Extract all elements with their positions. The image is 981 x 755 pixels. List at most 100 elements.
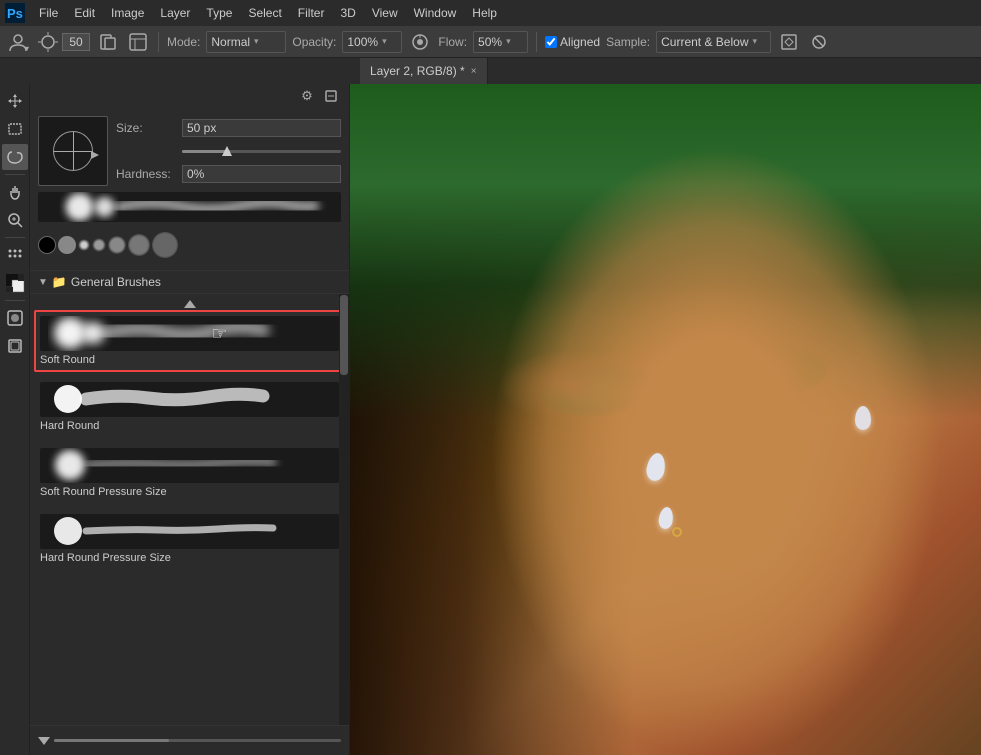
swatch-lg-soft[interactable] [108,236,126,254]
size-param-row: Size: 50 px [116,119,341,137]
scroll-up-arrow[interactable] [184,300,196,308]
swatch-xl-soft[interactable] [128,234,150,256]
size-value: 50 px [187,121,216,135]
tool-divider-2 [5,237,25,238]
menu-edit[interactable]: Edit [67,4,102,22]
hardness-param-label: Hardness: [116,167,176,181]
brush-size-value[interactable]: 50 [62,33,90,51]
brush-stroke-preview-bar [38,192,341,222]
opacity-dropdown[interactable]: 100% ▾ [342,31,402,53]
zoom-tool[interactable] [2,207,28,233]
brush-params: Size: 50 px [116,119,341,183]
soft-pressure-stroke-preview [40,448,339,483]
brush-preview-area: Size: 50 px [38,116,341,186]
brush-panel-expand-icon[interactable] [321,86,341,106]
document-tab[interactable]: Layer 2, RGB/8) * × [360,58,488,84]
brush-panel-params: Size: 50 px [30,108,349,271]
sample-dropdown[interactable]: Current & Below ▾ [656,31,771,53]
swatch-black-square[interactable] [38,236,56,254]
divider-2 [536,32,537,52]
tab-bar: Layer 2, RGB/8) * × [0,58,981,84]
menu-filter[interactable]: Filter [291,4,332,22]
mode-label: Mode: [167,35,200,49]
size-input[interactable]: 50 px [182,119,341,137]
ps-logo: Ps [4,2,26,24]
tool-divider-3 [5,300,25,301]
mode-value: Normal [211,35,250,49]
brush-settings-gear-icon[interactable]: ⚙ [297,86,317,106]
menu-view[interactable]: View [365,4,405,22]
brush-stroke-svg [38,192,341,222]
brush-size-icon [36,30,60,54]
foreground-color[interactable] [2,270,28,296]
aligned-checkbox-container: Aligned [545,35,600,49]
brush-inner-circle [53,131,93,171]
brush-item-soft-round[interactable]: ☞ Soft Round [34,310,345,372]
swatch-sm-soft[interactable] [78,239,90,251]
flow-label: Flow: [438,35,467,49]
hard-round-stroke-preview [40,382,339,417]
aligned-checkbox[interactable] [545,36,557,48]
main-layout: ⚙ Size: [0,84,981,755]
menu-type[interactable]: Type [199,4,239,22]
teardrop-3 [855,406,871,430]
flow-value: 50% [478,35,502,49]
preview-arrow [91,151,99,159]
menu-image[interactable]: Image [104,4,151,22]
airbrush-icon[interactable] [408,30,432,54]
folder-icon: 📁 [52,275,67,289]
user-icon-btn[interactable]: ▾ [6,30,30,54]
swatch-md-soft[interactable] [92,238,106,252]
mode-arrow-icon: ▾ [254,36,259,47]
size-slider[interactable] [182,145,341,157]
toolbar: ▾ 50 Mode: Normal ▾ Opacity: 100% [0,26,981,58]
flow-dropdown[interactable]: 50% ▾ [473,31,528,53]
screen-mode-btn[interactable] [2,333,28,359]
left-toolbar [0,84,30,755]
menu-select[interactable]: Select [241,4,288,22]
photo-background [350,84,981,755]
bottom-slider[interactable] [54,739,341,742]
brush-swatches-row [38,228,341,262]
mode-dropdown[interactable]: Normal ▾ [206,31,286,53]
sample-all-icon[interactable] [777,30,801,54]
hand-tool[interactable] [2,179,28,205]
menu-layer[interactable]: Layer [153,4,197,22]
swatch-xxl-soft[interactable] [152,232,178,258]
section-title: General Brushes [71,275,161,289]
face-overlay [350,84,981,755]
source-options-icon[interactable] [126,30,150,54]
brush-list-scrollbar[interactable] [339,294,349,725]
brush-item-hard-pressure[interactable]: Hard Round Pressure Size [34,508,345,570]
more-tools-btn[interactable] [2,242,28,268]
hardness-input[interactable]: 0% [182,165,341,183]
menu-file[interactable]: File [32,4,65,22]
tab-close-btn[interactable]: × [471,66,477,77]
brush-panel: ⚙ Size: [30,84,350,755]
menu-window[interactable]: Window [407,4,464,22]
canvas-area[interactable] [350,84,981,755]
lasso-tool[interactable] [2,144,28,170]
section-collapse-icon[interactable]: ▼ [38,277,48,288]
aligned-label: Aligned [560,35,600,49]
rectangular-marquee-tool[interactable] [2,116,28,142]
brush-item-soft-pressure[interactable]: Soft Round Pressure Size [34,442,345,504]
brush-circle-preview [38,116,108,186]
clone-source-icon[interactable] [96,30,120,54]
opacity-arrow-icon: ▾ [382,36,387,47]
quick-mask-btn[interactable] [2,305,28,331]
bottom-scroll-arrow[interactable] [38,737,50,745]
menu-bar: Ps File Edit Image Layer Type Select Fil… [0,0,981,26]
opacity-label: Opacity: [292,35,336,49]
brush-size-control: 50 [36,30,90,54]
move-tool[interactable] [2,88,28,114]
swatch-soft-circle[interactable] [58,236,76,254]
menu-help[interactable]: Help [465,4,504,22]
brush-list-header: ▼ 📁 General Brushes [30,271,349,294]
brush-item-hard-round[interactable]: Hard Round [34,376,345,438]
divider-1 [158,32,159,52]
hard-pressure-stroke-svg [48,514,288,549]
brush-list-scrollbar-thumb[interactable] [340,295,348,375]
menu-3d[interactable]: 3D [333,4,362,22]
ignore-adj-icon[interactable] [807,30,831,54]
